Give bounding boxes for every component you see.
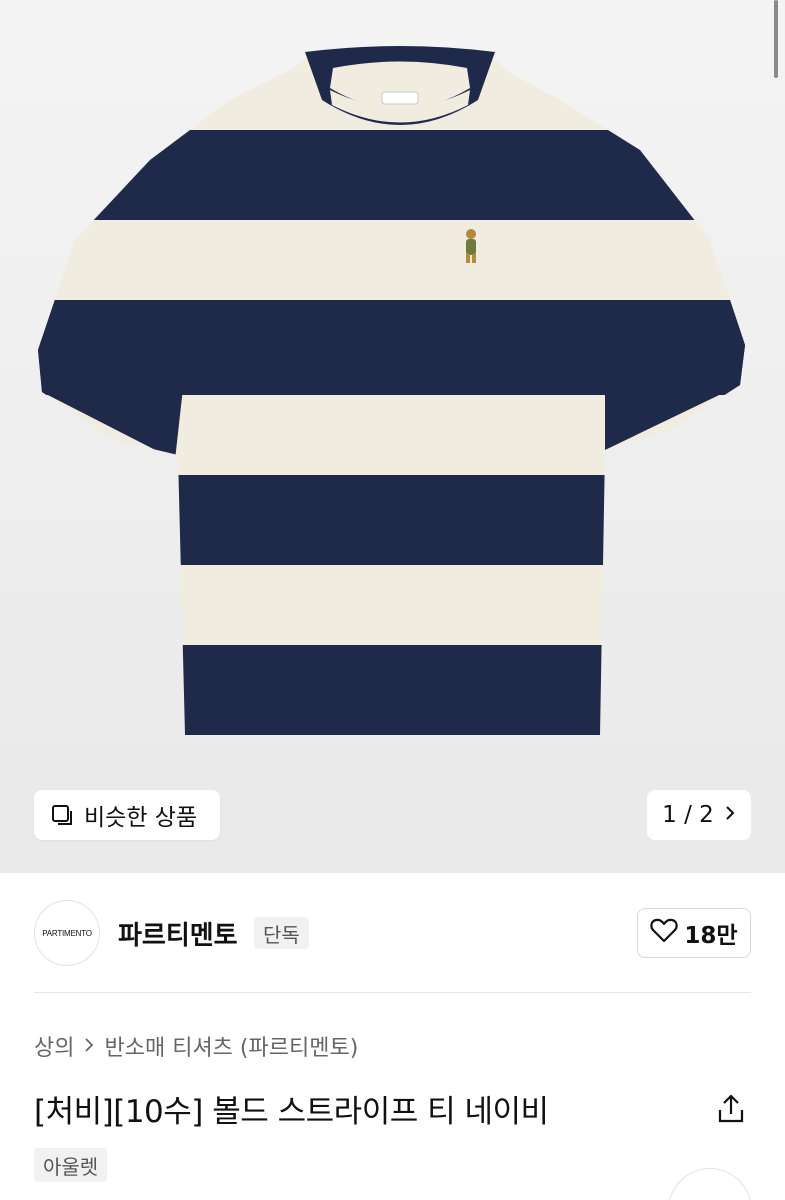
page-indicator-text: 1 / 2 <box>662 802 714 828</box>
floating-button[interactable] <box>668 1168 752 1200</box>
divider <box>34 992 751 993</box>
share-icon <box>712 1094 750 1132</box>
brand-name[interactable]: 파르티멘토 <box>118 915 238 952</box>
share-button[interactable] <box>712 1090 750 1128</box>
brand-logo[interactable]: PARTIMENTO <box>34 900 100 966</box>
brand-logo-text: PARTIMENTO <box>42 928 92 938</box>
brand-row: PARTIMENTO 파르티멘토 단독 18만 <box>0 873 785 993</box>
chevron-right-icon <box>84 1034 94 1059</box>
similar-items-label: 비슷한 상품 <box>84 805 198 831</box>
breadcrumb-category[interactable]: 상의 <box>34 1030 74 1062</box>
product-title: [처비][10수] 볼드 스트라이프 티 네이비 <box>34 1094 549 1130</box>
image-page-indicator[interactable]: 1 / 2 <box>647 790 751 840</box>
chevron-right-icon <box>724 802 736 828</box>
outlet-tag: 아울렛 <box>34 1148 108 1182</box>
scrollbar[interactable] <box>774 0 778 78</box>
heart-icon <box>650 917 679 949</box>
similar-items-button[interactable]: 비슷한 상품 <box>34 790 220 840</box>
product-image-gallery[interactable]: 비슷한 상품 1 / 2 <box>0 0 785 873</box>
like-button[interactable]: 18만 <box>637 908 751 958</box>
breadcrumb-subcategory[interactable]: 반소매 티셔츠 (파르티멘토) <box>104 1030 358 1062</box>
exclusive-badge: 단독 <box>254 917 309 949</box>
breadcrumb: 상의 반소매 티셔츠 (파르티멘토) <box>34 1030 358 1062</box>
like-count: 18만 <box>684 923 738 949</box>
product-photo <box>38 46 745 735</box>
similar-items-icon <box>50 803 74 827</box>
